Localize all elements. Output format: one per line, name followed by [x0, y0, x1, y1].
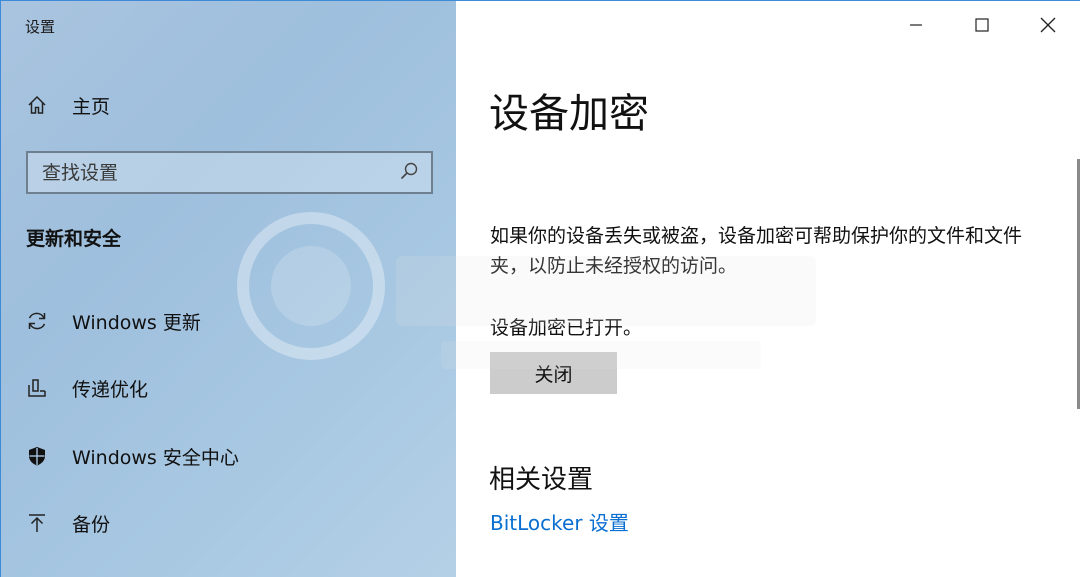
page-title: 设备加密 [489, 91, 649, 137]
encryption-status-text: 设备加密已打开。 [490, 317, 643, 339]
app-title: 设置 [25, 18, 56, 36]
sidebar-item-windows-update[interactable]: Windows 更新 [1, 296, 456, 346]
sidebar-item-label: 传递优化 [72, 378, 149, 401]
sidebar-item-label: Windows 更新 [72, 311, 201, 334]
turn-off-button[interactable]: 关闭 [490, 352, 617, 394]
sidebar-item-label: 备份 [72, 513, 111, 536]
sidebar-item-delivery-optimization[interactable]: 传递优化 [1, 363, 456, 413]
maximize-icon [975, 18, 989, 32]
sidebar-item-label: Windows 安全中心 [72, 446, 239, 469]
shield-icon [26, 445, 48, 467]
sidebar-item-home[interactable]: 主页 [1, 80, 456, 130]
section-heading: 更新和安全 [26, 228, 122, 250]
home-icon [26, 94, 48, 116]
backup-arrow-icon [26, 512, 48, 534]
main-content: 设备加密 如果你的设备丢失或被盗，设备加密可帮助保护你的文件和文件夹，以防止未经… [456, 1, 1080, 577]
bitlocker-settings-link[interactable]: BitLocker 设置 [490, 507, 629, 536]
sidebar: 设置 主页 更新和安全 Windows 更新 传递优化 [1, 1, 456, 577]
sidebar-item-windows-security[interactable]: Windows 安全中心 [1, 431, 456, 481]
sidebar-item-label: 主页 [72, 95, 111, 118]
description-text: 如果你的设备丢失或被盗，设备加密可帮助保护你的文件和文件夹，以防止未经授权的访问… [490, 225, 1023, 277]
sidebar-item-backup[interactable]: 备份 [1, 498, 456, 548]
minimize-icon [910, 24, 922, 26]
search-input[interactable] [42, 161, 382, 184]
refresh-icon [26, 310, 48, 332]
search-icon[interactable] [399, 161, 419, 185]
search-box[interactable] [26, 151, 433, 194]
settings-window: 设置 主页 更新和安全 Windows 更新 传递优化 [0, 0, 1080, 577]
related-settings-heading: 相关设置 [489, 465, 594, 495]
minimize-button[interactable] [883, 1, 949, 49]
close-icon [1040, 17, 1056, 33]
delivery-optimization-icon [26, 377, 48, 399]
maximize-button[interactable] [949, 1, 1015, 49]
window-controls [883, 1, 1080, 49]
close-button[interactable] [1015, 1, 1080, 49]
